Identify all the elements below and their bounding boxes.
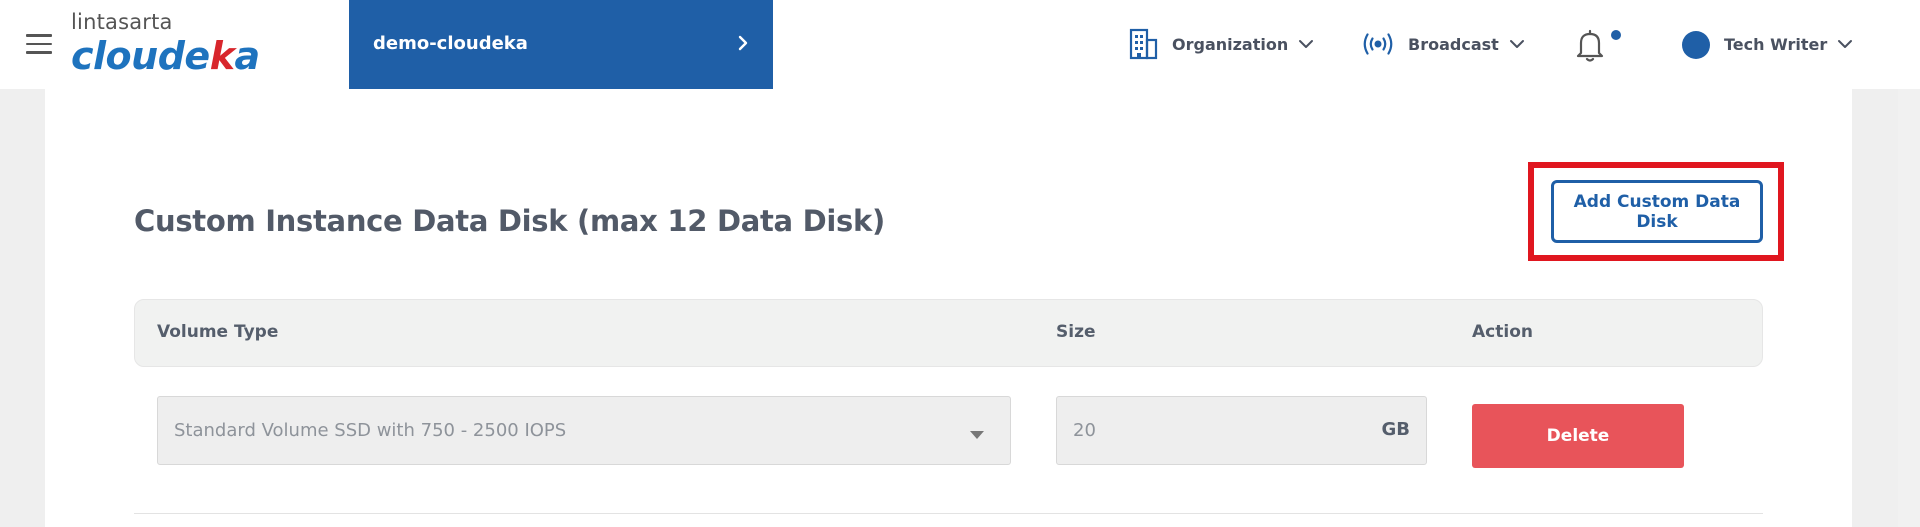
size-unit: GB xyxy=(1381,419,1411,440)
logo-subtitle: lintasarta xyxy=(71,10,173,34)
hamburger-menu-icon[interactable] xyxy=(26,34,52,54)
broadcast-label: Broadcast xyxy=(1408,34,1499,54)
chevron-down-icon xyxy=(1838,40,1853,48)
add-custom-data-disk-button[interactable]: Add Custom Data Disk xyxy=(1551,180,1763,243)
notification-bell-icon[interactable] xyxy=(1575,29,1605,63)
top-navigation-bar: lintasarta cloudeka demo-cloudeka Organi… xyxy=(0,0,1920,89)
organization-menu[interactable]: Organization xyxy=(1128,26,1314,62)
row-divider xyxy=(134,513,1763,514)
notification-badge xyxy=(1611,30,1621,40)
volume-type-select[interactable]: Standard Volume SSD with 750 - 2500 IOPS xyxy=(157,396,1011,465)
size-input[interactable]: 20 GB xyxy=(1056,396,1427,465)
page-scrollbar[interactable] xyxy=(1898,89,1920,527)
broadcast-menu[interactable]: Broadcast xyxy=(1362,26,1525,62)
organization-label: Organization xyxy=(1172,34,1289,54)
user-menu[interactable]: Tech Writer xyxy=(1710,26,1853,62)
column-header-action: Action xyxy=(1472,322,1533,342)
column-header-volume-type: Volume Type xyxy=(157,322,279,342)
delete-button[interactable]: Delete xyxy=(1472,404,1684,468)
project-name: demo-cloudeka xyxy=(373,33,528,54)
project-selector[interactable]: demo-cloudeka xyxy=(349,0,773,89)
building-icon xyxy=(1129,28,1158,60)
volume-type-value: Standard Volume SSD with 750 - 2500 IOPS xyxy=(174,420,567,441)
size-value: 20 xyxy=(1073,420,1096,441)
chevron-right-icon xyxy=(738,35,748,51)
column-header-size: Size xyxy=(1056,322,1096,342)
chevron-down-icon xyxy=(1509,40,1524,48)
broadcast-icon xyxy=(1363,33,1393,55)
logo-wordmark: cloudeka xyxy=(71,34,260,78)
cloudeka-logo[interactable]: lintasarta cloudeka xyxy=(71,10,291,82)
user-name: Tech Writer xyxy=(1724,34,1828,54)
table-header: Volume Type Size Action xyxy=(134,299,1763,367)
avatar[interactable] xyxy=(1682,31,1710,59)
dropdown-arrow-icon xyxy=(970,431,984,439)
section-title: Custom Instance Data Disk (max 12 Data D… xyxy=(134,204,885,238)
chevron-down-icon xyxy=(1299,40,1314,48)
